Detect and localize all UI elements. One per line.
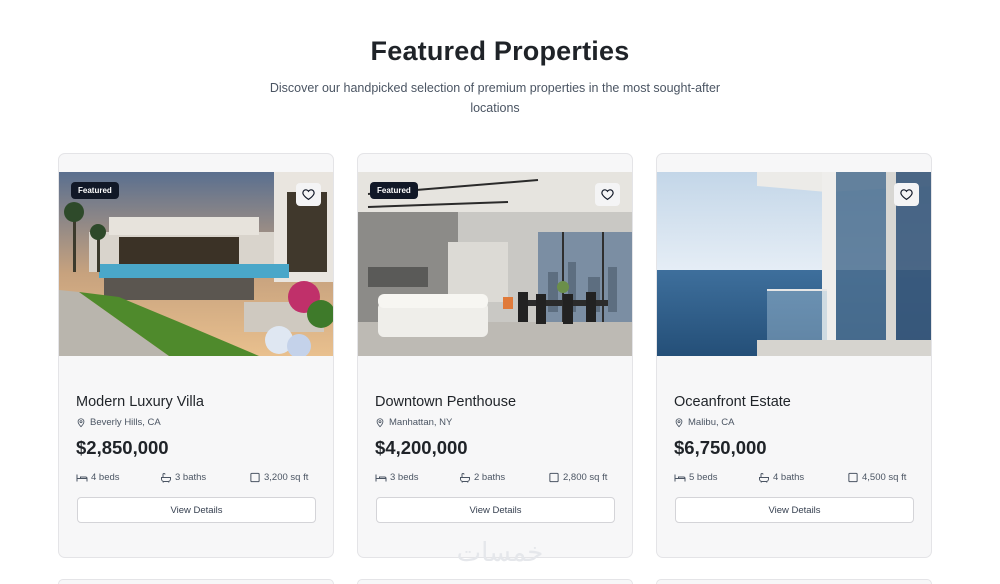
property-photo	[59, 172, 333, 356]
map-pin-icon	[77, 418, 85, 428]
location-text: Beverly Hills, CA	[90, 417, 161, 428]
property-card[interactable]: Featured Modern Luxury Villa Beverly Hil…	[58, 153, 334, 558]
property-photo	[657, 172, 931, 356]
property-photo	[358, 172, 632, 356]
featured-badge: Featured	[370, 182, 418, 199]
watermark-logo: خمسات	[456, 538, 544, 568]
featured-badge: Featured	[71, 182, 119, 199]
baths-text: 2 baths	[474, 472, 506, 483]
sqft-text: 3,200 sq ft	[264, 472, 309, 483]
sqft-text: 2,800 sq ft	[563, 472, 608, 483]
bed-icon	[375, 474, 387, 482]
property-name: Oceanfront Estate	[674, 394, 791, 410]
property-price: $2,850,000	[76, 437, 169, 458]
favorite-button[interactable]	[296, 183, 321, 206]
baths-info: 4 baths	[758, 472, 804, 483]
map-pin-icon	[675, 418, 683, 428]
section-subtitle: Discover our handpicked selection of pre…	[269, 81, 721, 115]
property-location: Beverly Hills, CA	[76, 417, 161, 428]
sqft-text: 4,500 sq ft	[862, 472, 907, 483]
section-title: Featured Properties	[370, 36, 630, 66]
bath-icon	[759, 473, 769, 483]
property-name: Modern Luxury Villa	[76, 394, 204, 410]
baths-info: 3 baths	[160, 472, 206, 483]
beds-info: 4 beds	[76, 472, 120, 483]
square-icon	[848, 472, 858, 483]
heart-icon	[900, 189, 913, 201]
property-card-partial	[357, 579, 633, 584]
favorite-button[interactable]	[894, 183, 919, 206]
property-card-partial	[656, 579, 932, 584]
beds-text: 5 beds	[689, 472, 718, 483]
bath-icon	[161, 473, 171, 483]
beds-text: 3 beds	[390, 472, 419, 483]
baths-text: 4 baths	[773, 472, 805, 483]
square-icon	[250, 472, 260, 483]
beds-info: 5 beds	[674, 472, 718, 483]
baths-text: 3 baths	[175, 472, 207, 483]
location-text: Manhattan, NY	[389, 417, 453, 428]
property-card[interactable]: Oceanfront Estate Malibu, CA $6,750,000 …	[656, 153, 932, 558]
property-card-partial	[58, 579, 334, 584]
property-price: $6,750,000	[674, 437, 767, 458]
favorite-button[interactable]	[595, 183, 620, 206]
property-price: $4,200,000	[375, 437, 468, 458]
view-details-button[interactable]: View Details	[77, 497, 316, 523]
sqft-info: 3,200 sq ft	[249, 472, 308, 483]
baths-info: 2 baths	[459, 472, 505, 483]
beds-text: 4 beds	[91, 472, 120, 483]
property-card[interactable]: Featured Downtown Penthouse Manhattan, N…	[357, 153, 633, 558]
beds-info: 3 beds	[375, 472, 419, 483]
sqft-info: 4,500 sq ft	[847, 472, 906, 483]
property-name: Downtown Penthouse	[375, 394, 517, 410]
property-location: Malibu, CA	[674, 417, 734, 428]
bath-icon	[460, 473, 470, 483]
view-details-button[interactable]: View Details	[376, 497, 615, 523]
sqft-info: 2,800 sq ft	[548, 472, 607, 483]
bed-icon	[674, 474, 686, 482]
property-location: Manhattan, NY	[375, 417, 452, 428]
heart-icon	[302, 189, 315, 201]
bed-icon	[76, 474, 88, 482]
heart-icon	[601, 189, 614, 201]
view-details-button[interactable]: View Details	[675, 497, 914, 523]
location-text: Malibu, CA	[688, 417, 735, 428]
map-pin-icon	[376, 418, 384, 428]
square-icon	[549, 472, 559, 483]
